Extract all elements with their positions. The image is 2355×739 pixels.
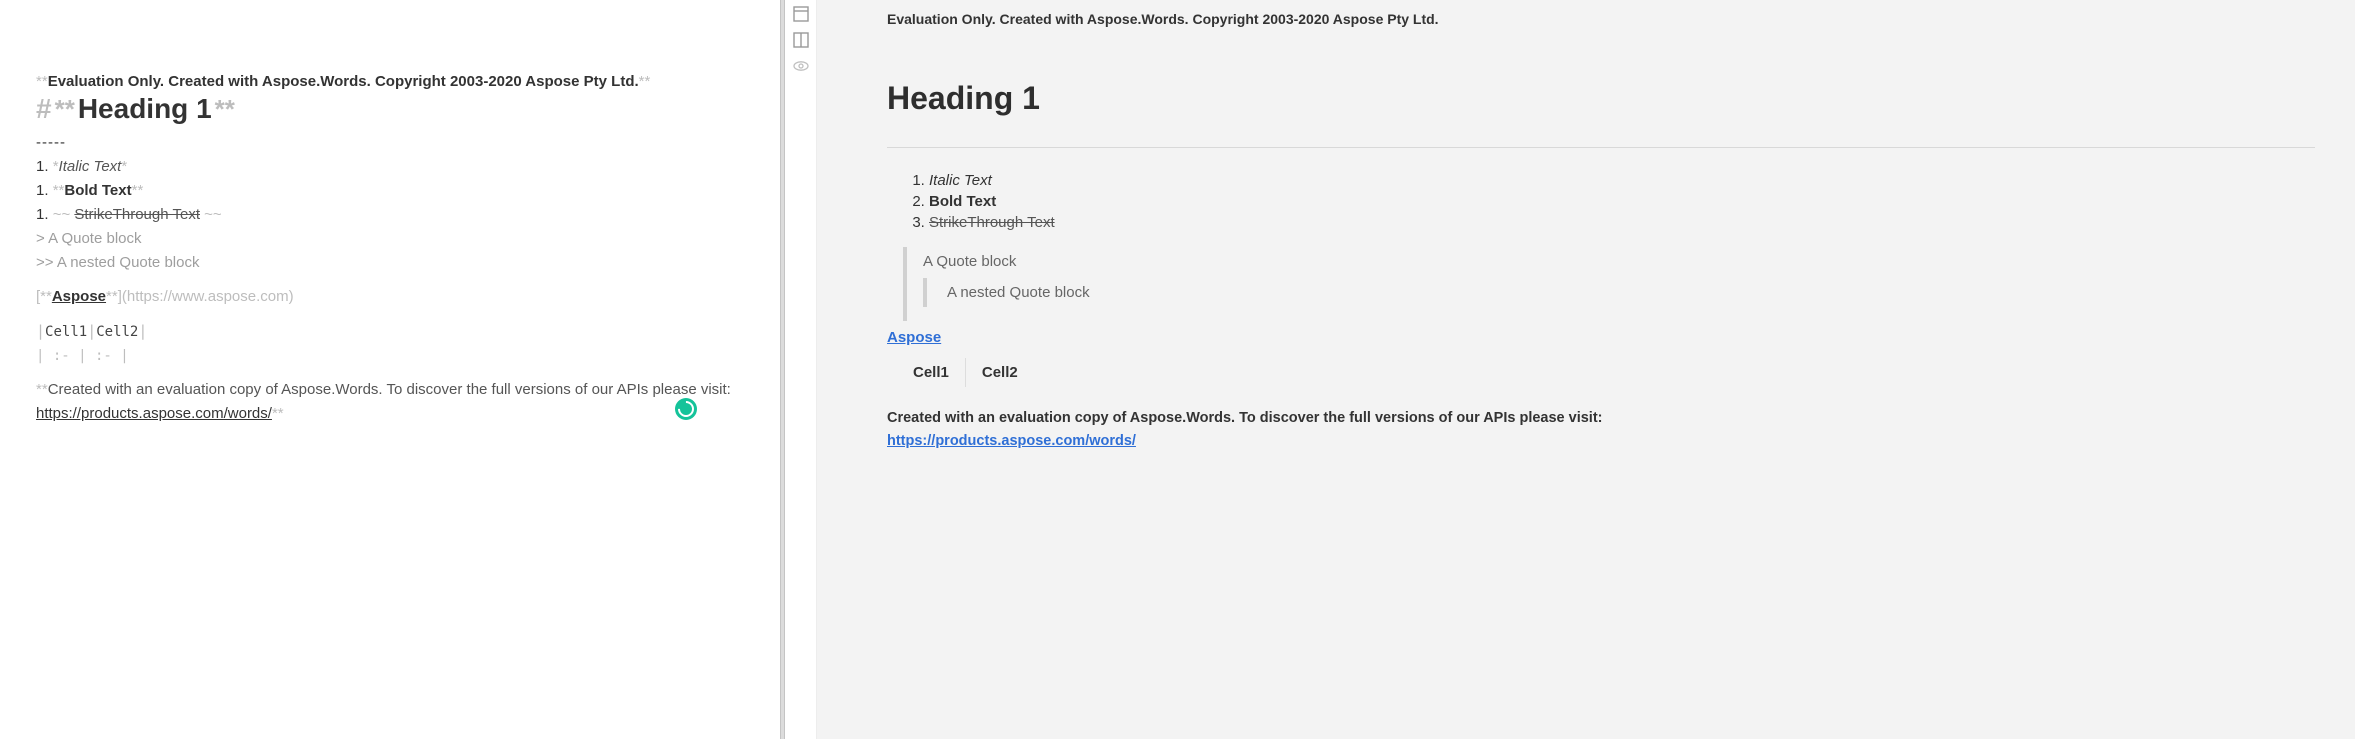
table-row-2: | :- | :- | [36, 344, 744, 368]
preview-nested-quote: A nested Quote block [923, 278, 2315, 307]
eval-line: **Evaluation Only. Created with Aspose.W… [36, 70, 744, 94]
hr-line: ----- [36, 131, 744, 155]
footer-line: ****Created with an evaluation copy of A… [36, 378, 744, 426]
list-line-italic: 1. *Italic Text* [36, 155, 744, 179]
preview-list: Italic Text Bold Text StrikeThrough Text [911, 172, 2315, 231]
preview-table: Cell1 Cell2 [897, 358, 1034, 387]
link-line: [**Aspose**](https://www.aspose.com) [36, 285, 744, 309]
preview-link[interactable]: Aspose [887, 329, 941, 346]
preview-quote: A Quote block A nested Quote block [903, 247, 2315, 321]
preview-footer: Created with an evaluation copy of Aspos… [887, 407, 2315, 453]
preview-heading: Heading 1 [887, 80, 2315, 117]
table-header: Cell1 [897, 358, 965, 387]
heading-line: # **Heading 1** [36, 94, 744, 125]
table-header: Cell2 [965, 358, 1033, 387]
preview-hr [887, 147, 2315, 148]
markdown-editor[interactable]: **Evaluation Only. Created with Aspose.W… [0, 0, 780, 739]
quote-line-2: >> A nested Quote block [36, 251, 744, 275]
layout-top-icon[interactable] [793, 6, 809, 22]
preview-eval-notice: Evaluation Only. Created with Aspose.Wor… [887, 10, 2315, 30]
list-item: Italic Text [929, 172, 2315, 189]
eye-icon[interactable] [793, 58, 809, 74]
quote-line-1: > A Quote block [36, 227, 744, 251]
list-item: StrikeThrough Text [929, 214, 2315, 231]
preview-footer-link[interactable]: https://products.aspose.com/words/ [887, 433, 1136, 449]
preview-pane: Evaluation Only. Created with Aspose.Wor… [817, 0, 2355, 739]
grammarly-icon[interactable] [675, 398, 697, 420]
list-line-bold: 1. **Bold Text** [36, 179, 744, 203]
list-line-strike: 1. ~~ StrikeThrough Text ~~ [36, 203, 744, 227]
layout-split-icon[interactable] [793, 32, 809, 48]
list-item: Bold Text [929, 193, 2315, 210]
preview-toolbar [785, 0, 817, 739]
table-row-1: |Cell1|Cell2| [36, 319, 744, 344]
